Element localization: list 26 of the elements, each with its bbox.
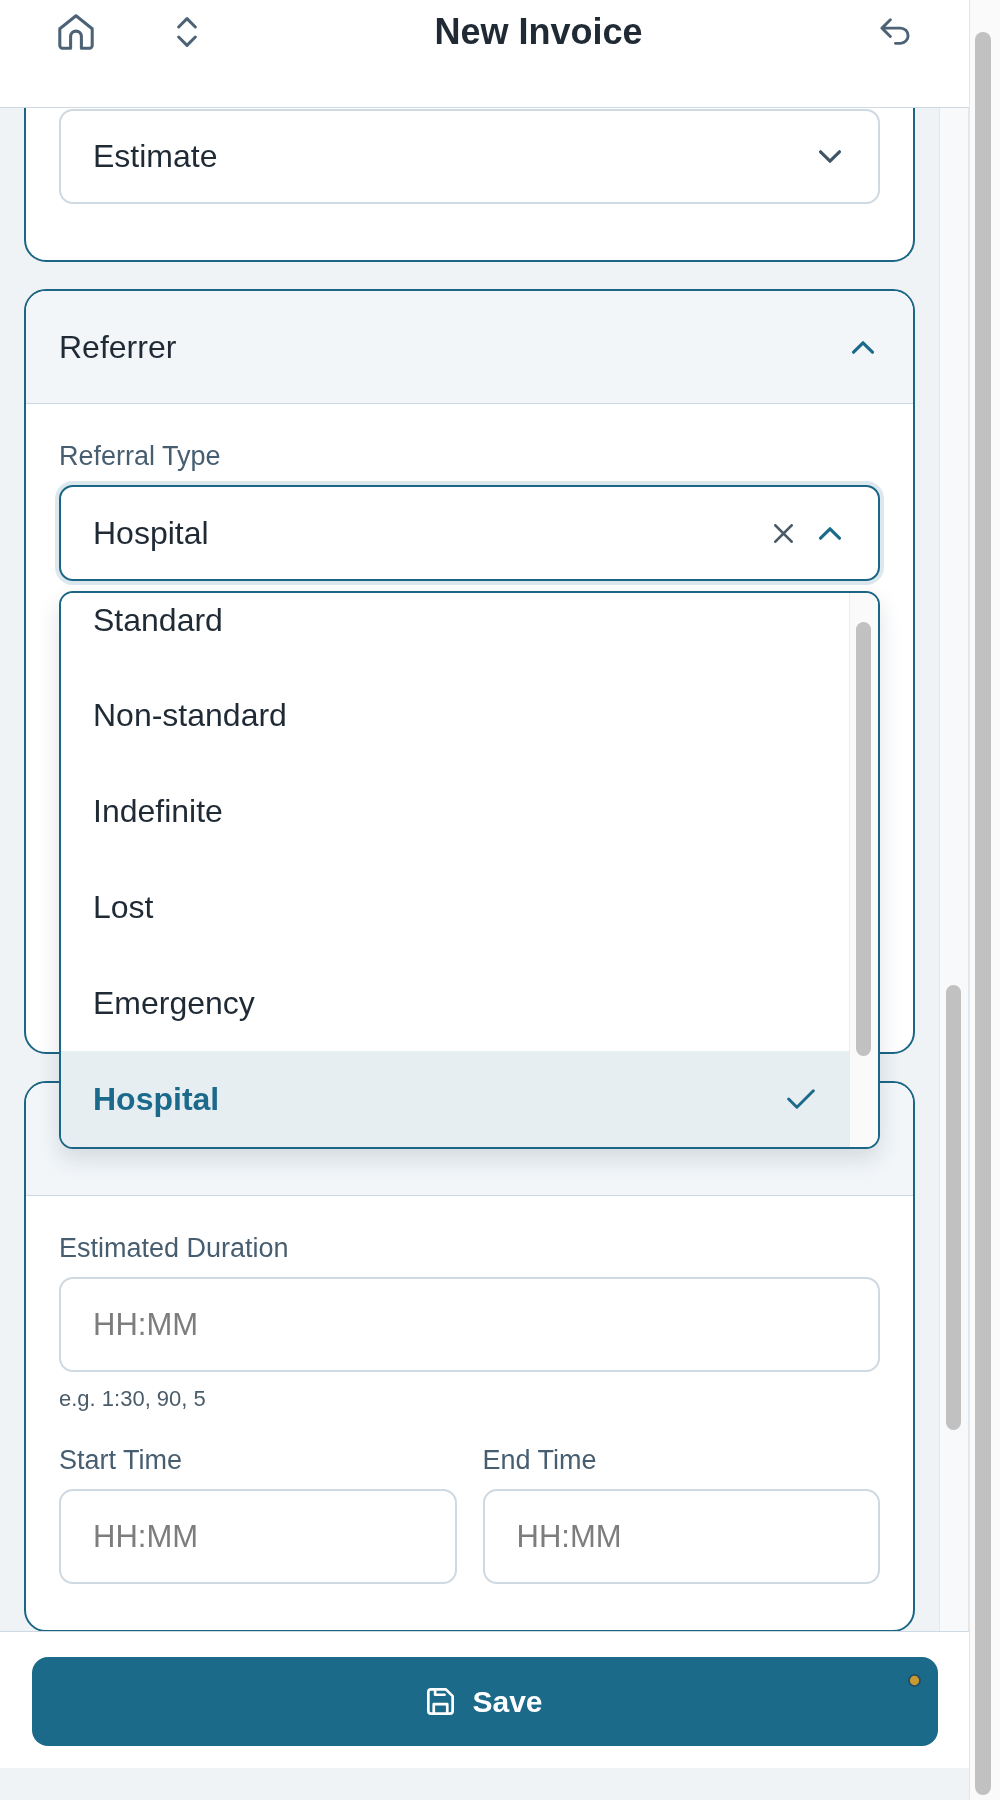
- page-title: New Invoice: [433, 9, 644, 54]
- chevron-up-icon: [819, 526, 841, 540]
- check-icon: [787, 1089, 815, 1109]
- chevrons-up-down-icon: [177, 16, 197, 47]
- scrollbar-thumb[interactable]: [975, 32, 991, 1795]
- close-icon[interactable]: [774, 523, 793, 543]
- save-icon: [427, 1688, 455, 1715]
- dropdown-option[interactable]: Standard: [61, 593, 849, 667]
- undo-arrow-icon: [880, 18, 910, 45]
- input-field[interactable]: HH:MM: [482, 1489, 880, 1584]
- section-header[interactable]: Referrer: [26, 291, 913, 404]
- scrollbar-thumb[interactable]: [946, 985, 961, 1430]
- home-icon: [58, 13, 94, 50]
- hint-text: e.g. 1:30, 90, 5: [59, 1386, 207, 1412]
- field-label: Start Time: [59, 1444, 184, 1476]
- chevron-down-icon: [819, 150, 841, 163]
- dropdown-option[interactable]: Hospital: [61, 1051, 849, 1147]
- select-field[interactable]: Estimate: [59, 109, 880, 204]
- scrollbar-thumb[interactable]: [856, 622, 871, 1056]
- save-button[interactable]: Save: [32, 1657, 938, 1746]
- field-label: Referral Type: [59, 440, 222, 472]
- input-field[interactable]: HH:MM: [59, 1277, 880, 1372]
- input-field[interactable]: HH:MM: [59, 1489, 457, 1584]
- chevron-up-icon: [852, 340, 874, 354]
- field-label: End Time: [482, 1444, 598, 1476]
- field-label: Estimated Duration: [59, 1232, 290, 1264]
